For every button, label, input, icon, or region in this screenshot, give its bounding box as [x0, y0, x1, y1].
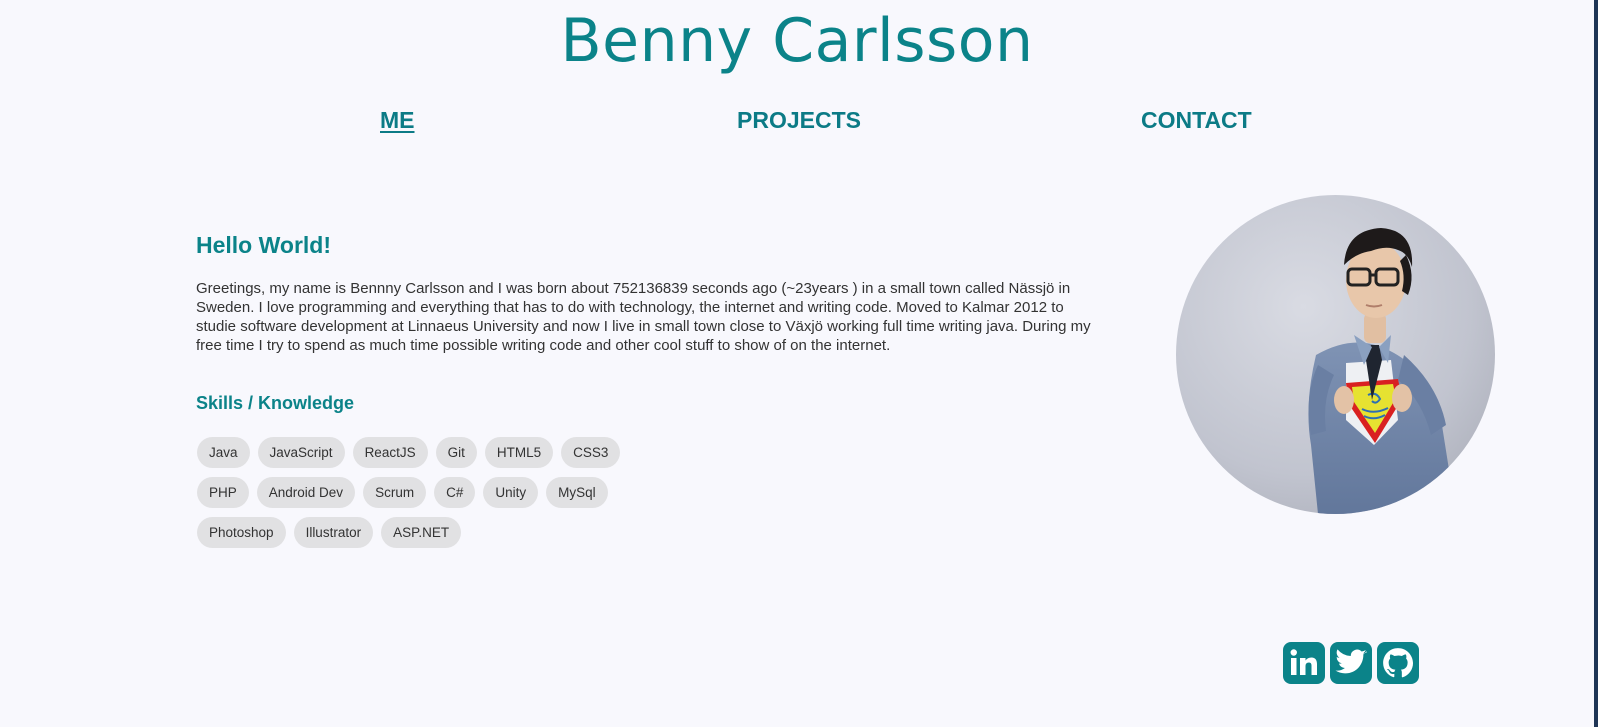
skill-tag[interactable]: C#	[434, 477, 476, 508]
skill-tag[interactable]: Illustrator	[293, 517, 374, 548]
skill-tag[interactable]: CSS3	[561, 437, 621, 468]
skill-tag[interactable]: Java	[197, 437, 250, 468]
skill-tag[interactable]: Android Dev	[256, 477, 356, 508]
skill-tag[interactable]: PHP	[197, 477, 249, 508]
linkedin-icon[interactable]	[1283, 642, 1325, 684]
skill-tag[interactable]: HTML5	[484, 437, 554, 468]
skill-tag[interactable]: ASP.NET	[381, 517, 462, 548]
portfolio-page: Benny Carlsson ME PROJECTS CONTACT Hello…	[0, 0, 1598, 727]
skills-list: Java JavaScript ReactJS Git HTML5 CSS3 P…	[197, 437, 657, 548]
site-title: Benny Carlsson	[560, 6, 1034, 76]
twitter-icon[interactable]	[1330, 642, 1372, 684]
about-heading: Hello World!	[196, 232, 332, 258]
skill-tag[interactable]: Git	[435, 437, 477, 468]
skill-tag[interactable]: Photoshop	[197, 517, 286, 548]
window-edge	[1594, 0, 1598, 727]
skill-tag[interactable]: Scrum	[363, 477, 427, 508]
nav-item-projects[interactable]: PROJECTS	[737, 104, 861, 136]
github-icon[interactable]	[1377, 642, 1419, 684]
skills-heading: Skills / Knowledge	[196, 393, 355, 413]
skill-tag[interactable]: ReactJS	[352, 437, 428, 468]
about-intro-text: Greetings, my name is Bennny Carlsson an…	[196, 280, 1091, 354]
nav-item-contact[interactable]: CONTACT	[1141, 104, 1252, 136]
nav-item-me[interactable]: ME	[380, 104, 415, 136]
skill-tag[interactable]: Unity	[483, 477, 539, 508]
profile-photo	[1176, 195, 1495, 514]
skill-tag[interactable]: MySql	[546, 477, 608, 508]
skill-tag[interactable]: JavaScript	[257, 437, 345, 468]
